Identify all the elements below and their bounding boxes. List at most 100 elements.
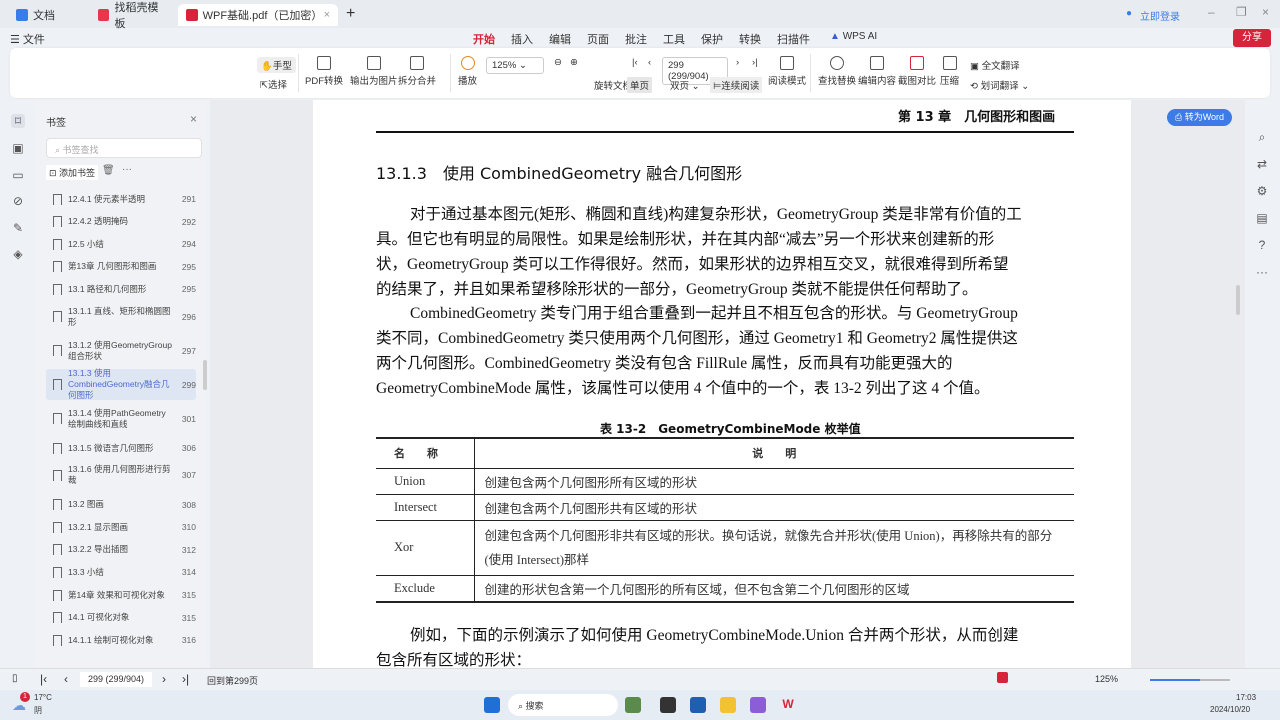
share-button[interactable]: 分享 xyxy=(1233,29,1271,47)
bookmark-item[interactable]: 12.4.1 使元素半透明 291 xyxy=(46,188,196,210)
layers-icon[interactable]: ◈ xyxy=(11,247,25,261)
bookmark-item[interactable]: 第14章 效果和可视化对象 315 xyxy=(46,584,196,606)
close-window-button[interactable]: × xyxy=(1262,5,1269,19)
continuous-button[interactable]: ⊨连续阅读 xyxy=(710,77,763,93)
zoom-select[interactable]: 125% ⌄ xyxy=(486,57,544,74)
settings-sliders-icon[interactable]: ⚙ xyxy=(1255,184,1269,198)
bookmark-item[interactable]: 13.1.5 微语言几何图形 306 xyxy=(46,437,196,459)
tab-documents[interactable]: 文档 xyxy=(8,4,88,26)
translate-icon[interactable]: ⇄ xyxy=(1255,157,1269,171)
last-page-icon[interactable]: ›| xyxy=(752,57,758,68)
bookmark-item[interactable]: 13.1 路径和几何图形 295 xyxy=(46,278,196,300)
bookmark-icon[interactable]: ⌑ xyxy=(11,114,25,128)
delete-icon[interactable]: 🗑 xyxy=(102,165,115,176)
bookmark-item[interactable]: 13.2 图画 308 xyxy=(46,494,196,516)
help-icon[interactable]: ? xyxy=(1255,238,1269,252)
status-page-input[interactable]: 299 (299/904) xyxy=(80,672,152,687)
back-to-page-link[interactable]: 回到第299页 xyxy=(207,674,258,687)
folder-icon[interactable] xyxy=(720,697,736,713)
compare-button[interactable]: 截图对比 xyxy=(898,56,936,87)
next-page-icon[interactable]: › xyxy=(736,57,739,68)
menu-annotate[interactable]: 批注 xyxy=(625,31,647,47)
zoom-out-icon[interactable]: ⊖ xyxy=(554,57,562,68)
bookmark-item[interactable]: 13.2.1 显示图画 310 xyxy=(46,516,196,538)
select-tool-button[interactable]: ⇱选择 xyxy=(260,77,287,91)
bookmark-item[interactable]: 14.1.1 绘制可视化对象 316 xyxy=(46,629,196,651)
export-image-button[interactable]: 输出为图片 xyxy=(350,56,398,87)
next-page-icon[interactable]: › xyxy=(162,672,166,686)
more-icon[interactable]: ··· xyxy=(122,164,132,175)
search-icon[interactable]: ⌕ xyxy=(1255,130,1269,144)
bookmark-item[interactable]: 13.3 小结 314 xyxy=(46,561,196,583)
find-replace-button[interactable]: 查找替换 xyxy=(818,56,856,87)
tab-templates[interactable]: 找稻壳模板 xyxy=(90,2,175,30)
first-page-icon[interactable]: |‹ xyxy=(40,672,47,686)
bookmark-item[interactable]: 13.1.1 直线、矩形和椭圆图形 296 xyxy=(46,301,196,332)
pdf-convert-button[interactable]: PDF转换 xyxy=(305,56,343,87)
document-scrollbar[interactable] xyxy=(1236,285,1240,315)
menu-scan[interactable]: 扫描件 xyxy=(777,31,810,47)
prev-page-icon[interactable]: ‹ xyxy=(648,57,651,68)
bookmark-item[interactable]: 12.4.2 透明掩码 292 xyxy=(46,211,196,233)
thumbnail-icon[interactable]: ▣ xyxy=(11,141,25,155)
photos-icon[interactable] xyxy=(625,697,641,713)
zoom-slider[interactable] xyxy=(1150,679,1230,681)
full-translate-button[interactable]: ▣ 全文翻译 xyxy=(970,58,1020,72)
wps-icon[interactable]: W xyxy=(780,697,796,713)
new-tab-button[interactable]: + xyxy=(346,5,355,23)
close-icon[interactable]: × xyxy=(324,9,330,21)
taskbar-search[interactable]: ⌕ 搜索 xyxy=(508,694,618,716)
bookmark-item[interactable]: 12.5 小结 294 xyxy=(46,233,196,255)
bookmark-item[interactable]: 14.1 可视化对象 315 xyxy=(46,607,196,629)
attachment-icon[interactable]: ⊘ xyxy=(11,194,25,208)
status-zoom[interactable]: 125% xyxy=(1095,674,1118,684)
split-merge-button[interactable]: 拆分合并 xyxy=(398,56,436,87)
maximize-button[interactable]: ❐ xyxy=(1236,5,1247,19)
bookmark-item[interactable]: 13.1.4 使用PathGeometry绘制曲线和直线 301 xyxy=(46,403,196,434)
bookmark-search-input[interactable]: ⌕ 书签查找 xyxy=(46,138,202,158)
store-icon[interactable] xyxy=(690,697,706,713)
login-link[interactable]: 立即登录 xyxy=(1140,8,1180,23)
convert-to-word-button[interactable]: ⎙ 转为Word xyxy=(1167,109,1233,126)
prev-page-icon[interactable]: ‹ xyxy=(64,672,68,686)
bookmark-item[interactable]: 第13章 几何图形和图画 295 xyxy=(46,256,196,278)
menu-convert[interactable]: 转换 xyxy=(739,31,761,47)
more-icon[interactable]: ··· xyxy=(1255,265,1269,279)
first-page-icon[interactable]: |‹ xyxy=(632,57,638,68)
read-mode-button[interactable]: 阅读模式 xyxy=(768,56,806,87)
last-page-icon[interactable]: ›| xyxy=(182,672,189,686)
menu-edit[interactable]: 编辑 xyxy=(549,31,571,47)
close-panel-icon[interactable]: × xyxy=(190,112,197,126)
menu-page[interactable]: 页面 xyxy=(587,31,609,47)
start-icon[interactable] xyxy=(484,697,500,713)
app-icon[interactable] xyxy=(660,697,676,713)
bookmark-item[interactable]: 13.2.2 导出插图 312 xyxy=(46,539,196,561)
bookmark-item[interactable]: 13.1.6 使用几何图形进行剪裁 307 xyxy=(46,460,196,491)
scrollbar[interactable] xyxy=(203,360,207,390)
edit-content-button[interactable]: 编辑内容 xyxy=(858,56,896,87)
zoom-in-icon[interactable]: ⊕ xyxy=(570,57,578,68)
menu-file[interactable]: ☰ 文件 xyxy=(10,31,45,47)
double-page-button[interactable]: 双页 ⌄ xyxy=(670,78,700,92)
word-translate-button[interactable]: ⟲ 划词翻译 ⌄ xyxy=(970,78,1029,92)
tab-pdf[interactable]: WPF基础.pdf（已加密） × xyxy=(178,4,338,26)
minimize-button[interactable]: – xyxy=(1208,5,1215,19)
signature-icon[interactable]: ✎ xyxy=(11,221,25,235)
sidebar-toggle-icon[interactable]: ▯ xyxy=(12,673,18,684)
bookmark-item[interactable]: 13.1.2 使用GeometryGroup组合形状 297 xyxy=(46,335,196,366)
hand-tool-button[interactable]: ✋手型 xyxy=(257,57,296,73)
single-page-button[interactable]: 单页 xyxy=(627,77,653,93)
bookmark-item[interactable]: 13.1.3 使用CombinedGeometry融合几何图形 299 xyxy=(46,368,196,400)
menu-protect[interactable]: 保护 xyxy=(701,31,723,47)
visual-studio-icon[interactable] xyxy=(750,697,766,713)
bookmark-icon xyxy=(53,634,62,646)
map-icon[interactable]: ▤ xyxy=(1255,211,1269,225)
compress-button[interactable]: 压缩 xyxy=(940,56,959,87)
play-button[interactable]: 播放 xyxy=(458,56,477,87)
wps-ai-button[interactable]: ▲ WPS AI xyxy=(830,31,877,42)
menu-tools[interactable]: 工具 xyxy=(663,31,685,47)
play-icon[interactable] xyxy=(997,672,1008,683)
menu-insert[interactable]: 插入 xyxy=(511,31,533,47)
comment-icon[interactable]: ▭ xyxy=(11,168,25,182)
add-bookmark-button[interactable]: ⊡ 添加书签 xyxy=(46,165,99,180)
